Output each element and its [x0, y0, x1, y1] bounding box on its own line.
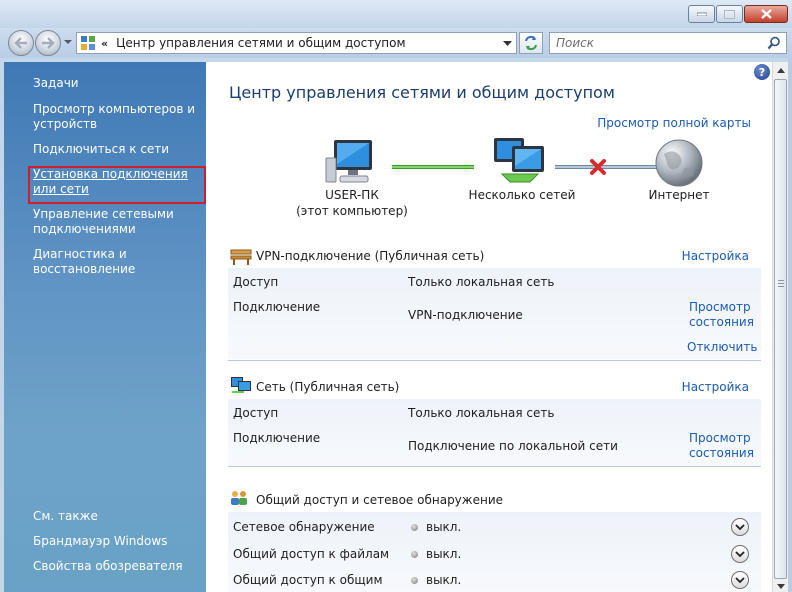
vpn-connection-label: Подключение	[233, 300, 321, 314]
control-panel-icon	[81, 36, 95, 50]
expand-chevron-icon	[735, 577, 745, 584]
title-bar	[0, 0, 792, 28]
lan-network-name: Сеть (Публичная сеть)	[256, 380, 400, 394]
internet-label[interactable]: Интернет	[640, 187, 718, 203]
sharing-icon	[231, 491, 247, 505]
file-sharing-expand-button[interactable]	[731, 545, 749, 563]
close-icon	[760, 9, 772, 19]
disconnected-x-icon	[590, 159, 606, 175]
lan-connection-value: Подключение по локальной сети	[408, 439, 618, 453]
expand-chevron-icon	[735, 551, 745, 558]
file-sharing-label: Общий доступ к файлам	[233, 547, 390, 561]
back-button[interactable]	[8, 30, 34, 56]
network-discovery-expand-button[interactable]	[731, 518, 749, 536]
task-manage-connections[interactable]: Управление сетевыми подключениями	[33, 207, 201, 237]
network-discovery-status-dot	[411, 524, 418, 531]
forward-arrow-icon	[42, 37, 55, 49]
sharing-discovery-title: Общий доступ и сетевое обнаружение	[256, 493, 504, 507]
maximize-button[interactable]	[716, 5, 743, 23]
address-dropdown-icon[interactable]	[503, 39, 512, 47]
scrollbar-thumb[interactable]	[774, 79, 787, 579]
lan-view-status-link-line1[interactable]: Просмотр	[689, 431, 751, 446]
lan-separator	[228, 466, 761, 467]
minimize-button[interactable]	[688, 5, 715, 23]
task-view-computers-devices[interactable]: Просмотр компьютеров и устройств	[33, 102, 201, 132]
lan-access-value: Только локальная сеть	[408, 406, 555, 420]
search-icon[interactable]	[767, 36, 781, 50]
public-folder-sharing-state: выкл.	[426, 573, 462, 587]
task-connect-to-network[interactable]: Подключиться к сети	[33, 142, 201, 157]
address-bar[interactable]: « Центр управления сетями и общим доступ…	[76, 32, 517, 54]
thumb-grip	[778, 280, 784, 281]
network-discovery-label: Сетевое обнаружение	[233, 520, 375, 534]
search-box[interactable]	[549, 32, 787, 54]
vpn-connection-value: VPN-подключение	[408, 308, 523, 322]
file-sharing-status-dot	[411, 551, 418, 558]
see-also-header: См. также	[33, 509, 98, 523]
back-arrow-icon	[14, 37, 27, 49]
networks-icon[interactable]	[490, 134, 550, 186]
see-also-firewall-link[interactable]: Брандмауэр Windows	[33, 534, 167, 548]
vertical-scrollbar[interactable]	[772, 62, 788, 592]
task-pane: Задачи Просмотр компьютеров и устройств …	[4, 62, 206, 592]
map-link-line-2	[555, 165, 665, 169]
see-also-internet-options-link[interactable]: Свойства обозревателя	[33, 559, 183, 573]
vpn-bench-icon	[230, 249, 252, 265]
vpn-disconnect-link[interactable]: Отключить	[687, 340, 757, 354]
scroll-up-button[interactable]	[773, 62, 788, 78]
refresh-button[interactable]	[519, 32, 543, 54]
expand-chevron-icon	[735, 524, 745, 531]
vpn-view-status-link-line2[interactable]: состояния	[689, 315, 754, 330]
help-icon[interactable]: ?	[754, 64, 770, 80]
scroll-down-button[interactable]	[773, 578, 788, 592]
scroll-up-icon	[776, 67, 785, 73]
close-button[interactable]	[744, 5, 788, 23]
search-input[interactable]	[550, 33, 760, 53]
page-title: Центр управления сетями и общим доступом	[229, 83, 615, 102]
public-folder-sharing-expand-button[interactable]	[731, 571, 749, 589]
minimize-icon	[696, 12, 707, 16]
computer-icon[interactable]	[324, 138, 376, 186]
vpn-customize-link[interactable]: Настройка	[682, 249, 749, 263]
main-content: ? Центр управления сетями и общим доступ…	[206, 62, 772, 592]
tasks-header: Задачи	[33, 76, 79, 90]
globe-icon[interactable]	[654, 138, 704, 188]
this-computer-label: (этот компьютер)	[296, 204, 408, 218]
forward-button[interactable]	[35, 30, 61, 56]
task-diagnose-repair[interactable]: Диагностика и восстановление	[33, 247, 201, 277]
vpn-view-status-link-line1[interactable]: Просмотр	[689, 300, 751, 315]
highlight-box	[28, 166, 206, 204]
window-frame-right	[788, 58, 792, 592]
lan-view-status-link-line2[interactable]: состояния	[689, 446, 754, 461]
maximize-icon	[724, 9, 735, 19]
vpn-network-name: VPN-подключение (Публичная сеть)	[256, 249, 485, 263]
lan-connection-label: Подключение	[233, 431, 321, 445]
network-discovery-state: выкл.	[426, 520, 462, 534]
vpn-separator	[228, 360, 761, 361]
scroll-down-icon	[776, 583, 785, 589]
file-sharing-state: выкл.	[426, 547, 462, 561]
thumb-grip	[778, 283, 784, 284]
view-full-map-link[interactable]: Просмотр полной карты	[597, 116, 751, 130]
multiple-networks-label[interactable]: Несколько сетей	[460, 187, 584, 203]
public-folder-sharing-status-dot	[411, 577, 418, 584]
thumb-grip	[778, 286, 784, 287]
breadcrumb-chevron[interactable]: «	[101, 37, 108, 50]
address-toolbar: « Центр управления сетями и общим доступ…	[0, 28, 792, 58]
breadcrumb-path[interactable]: Центр управления сетями и общим доступом	[116, 36, 405, 50]
recent-pages-dropdown-icon[interactable]	[64, 38, 72, 46]
vpn-access-value: Только локальная сеть	[408, 275, 555, 289]
public-folder-sharing-label: Общий доступ к общим	[233, 573, 383, 587]
window-controls	[688, 5, 788, 23]
refresh-icon	[525, 35, 537, 51]
lan-customize-link[interactable]: Настройка	[682, 380, 749, 394]
vpn-access-label: Доступ	[233, 275, 279, 289]
lan-access-label: Доступ	[233, 406, 279, 420]
computer-name-label[interactable]: USER-ПК	[300, 187, 404, 203]
network-monitors-icon	[231, 377, 251, 393]
map-link-line-1	[392, 165, 474, 169]
